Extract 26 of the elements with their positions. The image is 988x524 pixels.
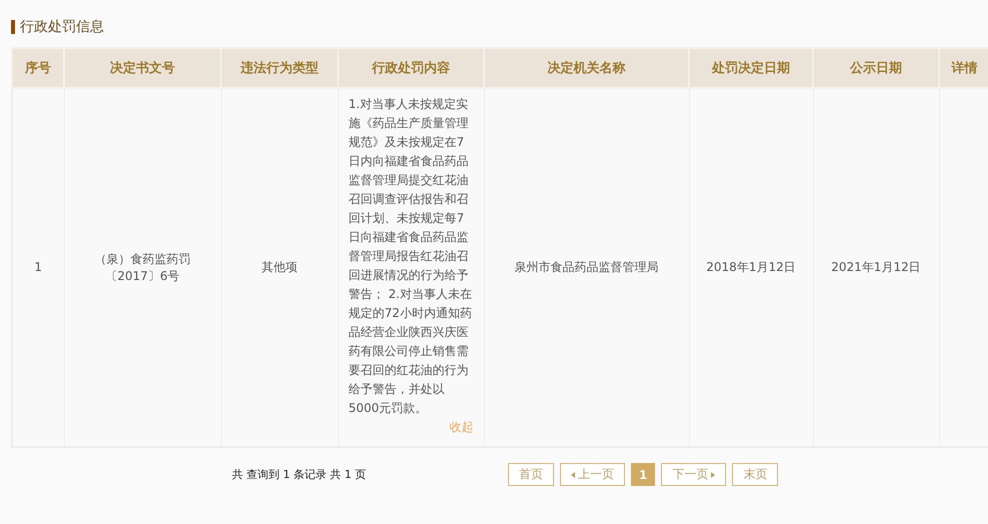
column-header: 决定机关名称 <box>484 48 689 88</box>
collapse-link[interactable]: 收起 <box>450 418 474 437</box>
table-cell: 1 <box>34 260 42 274</box>
caret-left-icon <box>571 472 575 478</box>
page-number-button[interactable]: 1 <box>631 463 656 486</box>
column-header: 决定书文号 <box>64 48 221 88</box>
column-header: 违法行为类型 <box>221 48 338 88</box>
column-header: 序号 <box>12 48 64 88</box>
section-title: 行政处罚信息 <box>20 18 104 36</box>
column-header: 公示日期 <box>813 48 939 88</box>
column-header: 行政处罚内容 <box>338 48 484 88</box>
pagination-button[interactable]: 上一页 <box>560 463 625 486</box>
record-summary: 共 查询到 1 条记录 共 1 页 <box>232 467 367 482</box>
column-header: 处罚决定日期 <box>689 48 813 88</box>
table-cell: （泉）食药监药罚〔2017〕6号 <box>94 252 190 282</box>
pagination-button[interactable]: 首页 <box>508 463 554 486</box>
table-cell: 其他项 <box>262 260 298 274</box>
column-header: 详情 <box>939 48 988 88</box>
caret-right-icon <box>711 472 716 478</box>
pagination-button[interactable]: 下一页 <box>661 463 726 486</box>
table-cell: 2021年1月12日 <box>831 260 921 274</box>
title-marker <box>11 20 15 34</box>
pagination-button[interactable]: 末页 <box>732 463 778 486</box>
table-cell: 泉州市食品药品监督管理局 <box>514 260 658 274</box>
table-cell: 2018年1月12日 <box>706 260 796 274</box>
table-cell-text: 1.对当事人未按规定实施《药品生产质量管理规范》及未按规定在7日内向福建省食品药品监督管理局提交红花油召回调查评估报告和召回计划、未按规定每7日向福建省食品药品监督管理局报告红花油召回进展情况的行为给予警告； 2.对当事人未在规定的72小时内通知药品经营企业陕西兴庆医药有限公司停止销售需要召回的红花油的行为给予警告，并处以5000元罚款。 <box>348 96 473 417</box>
